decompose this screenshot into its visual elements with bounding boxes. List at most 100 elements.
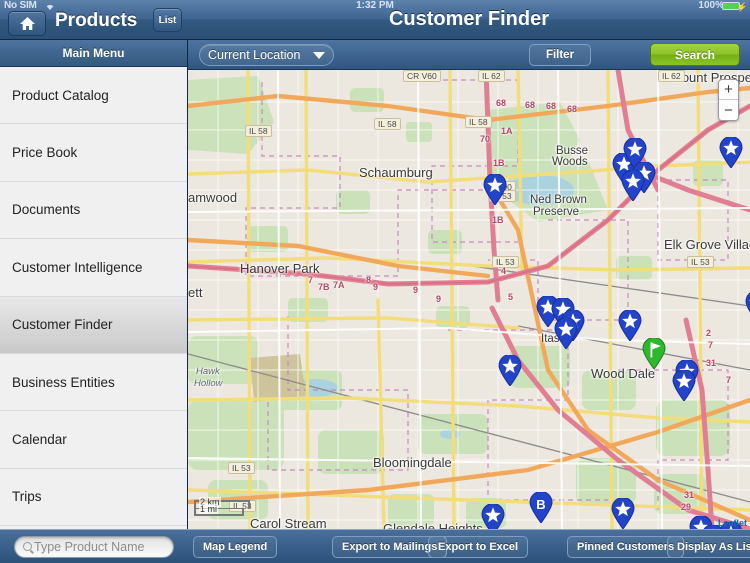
map-road-number: 68 — [525, 100, 536, 110]
map-place-label: Carol Stream — [250, 516, 327, 529]
zoom-in-button[interactable]: + — [719, 80, 738, 100]
scale-imperial-label: 1 mi — [199, 504, 219, 514]
map-road-number: 68 — [567, 104, 578, 114]
zoom-out-button[interactable]: − — [719, 100, 738, 120]
map-road-number: 68 — [496, 98, 507, 108]
map-route-shield: CR V60 — [403, 70, 441, 82]
map-place-label: Elk Grove Village — [664, 237, 750, 252]
sidebar-search-bar: Type Product Name — [0, 529, 188, 563]
display-as-list-button[interactable]: Display As List — [667, 536, 750, 558]
map-zoom-controls: + − — [718, 79, 739, 121]
location-select-value: Current Location — [208, 48, 301, 62]
map-pin-flag[interactable] — [641, 338, 667, 369]
map-road-number: 5 — [508, 292, 514, 302]
map-pin-star[interactable] — [718, 137, 744, 168]
map-pin-star[interactable] — [553, 318, 579, 349]
map-route-shield: IL 53 — [687, 256, 714, 268]
map-place-label: amwood — [188, 190, 238, 205]
sidebar-item-label: Business Entities — [12, 374, 115, 390]
map-road-number: 9 — [436, 294, 442, 304]
map-place-label: Hollow — [194, 378, 223, 389]
map-pin-star[interactable] — [744, 291, 750, 322]
map-road-number: 9 — [373, 282, 379, 292]
location-select[interactable]: Current Location — [199, 44, 334, 66]
map-road-number: 8 — [366, 275, 372, 285]
search-button[interactable]: Search — [650, 43, 740, 66]
sidebar-item-label: Customer Finder — [12, 317, 113, 333]
map-pin-star[interactable] — [480, 504, 506, 529]
map-road-number: 29 — [681, 502, 692, 512]
map-place-label: Woods — [552, 156, 588, 168]
map-route-shield: IL 53 — [228, 462, 255, 474]
list-button[interactable]: List — [153, 8, 182, 32]
map-pin-letter-b[interactable]: B — [528, 492, 554, 523]
map-pin-star[interactable] — [610, 498, 636, 529]
map-route-shield: IL 58 — [245, 125, 272, 137]
map-pin-star[interactable] — [617, 310, 643, 341]
map-pin-star[interactable] — [671, 370, 697, 401]
sidebar-item-documents[interactable]: Documents — [0, 181, 187, 240]
map-road-number: 70 — [480, 134, 491, 144]
map-scale-bar: 2 km 1 mi — [194, 497, 250, 516]
sidebar-item-label: Price Book — [12, 145, 78, 161]
map-road-number: 7 — [308, 275, 314, 285]
map-road-number: 1B — [492, 215, 504, 225]
map-road-number: 7 — [726, 375, 732, 385]
map-road-number: 2 — [706, 328, 712, 338]
sidebar-item-product-catalog[interactable]: Product Catalog — [0, 67, 187, 125]
map-toolbar: Current Location Filter Search — [188, 40, 750, 70]
bottom-toolbar: Map Legend Export to Mailings Export to Ex… — [188, 529, 750, 563]
search-placeholder: Type Product Name — [34, 539, 145, 554]
map-route-shield: IL 62 — [478, 70, 505, 82]
map-road-number: 1A — [501, 126, 513, 136]
map-view[interactable]: Schaumburg amwood Hanover Park ett Mount Pro… — [188, 70, 750, 529]
home-icon — [19, 17, 35, 30]
map-place-label: Hanover Park — [240, 261, 320, 276]
map-place-label: Schaumburg — [359, 165, 433, 180]
map-road-number: 7 — [708, 340, 714, 350]
map-place-label: ett — [188, 285, 203, 300]
page-title: Customer Finder — [388, 8, 550, 30]
map-tiles — [188, 70, 750, 529]
map-legend-button[interactable]: Map Legend — [193, 536, 278, 558]
sidebar-item-calendar[interactable]: Calendar — [0, 411, 187, 469]
map-route-shield: IL 62 — [658, 70, 685, 82]
map-road-number: 31 — [706, 358, 717, 368]
sidebar-item-price-book[interactable]: Price Book — [0, 124, 187, 182]
search-input[interactable]: Type Product Name — [14, 535, 174, 558]
search-icon — [23, 542, 32, 551]
sidebar-item-label: Trips — [12, 489, 42, 505]
map-road-number: 7B — [318, 282, 330, 292]
map-pin-star[interactable] — [497, 355, 523, 386]
map-road-number: 1B — [493, 158, 505, 168]
export-to-excel-button[interactable]: Export to Excel — [428, 536, 529, 558]
sidebar-item-customer-intelligence[interactable]: Customer Intelligence — [0, 239, 187, 297]
map-place-label: Ned Brown — [530, 194, 587, 206]
sidebar-item-customer-finder[interactable]: Customer Finder — [0, 296, 187, 354]
home-button[interactable] — [8, 11, 46, 36]
leaflet-attribution[interactable]: Leaflet — [718, 518, 747, 528]
map-place-label: Bloomingdale — [373, 455, 452, 470]
chevron-down-icon — [313, 51, 325, 59]
filter-button[interactable]: Filter — [529, 44, 591, 66]
map-place-label: Preserve — [533, 206, 580, 218]
sidebar-item-business-entities[interactable]: Business Entities — [0, 353, 187, 412]
map-place-label: Glendale Heights — [383, 521, 483, 529]
sidebar-header: Main Menu — [0, 40, 187, 67]
map-pin-star[interactable] — [620, 170, 646, 201]
svg-text:B: B — [536, 497, 545, 512]
map-route-shield: IL 58 — [374, 118, 401, 130]
sidebar-menu: Product Catalog Price Book Documents Custom… — [0, 67, 187, 527]
ipad-app-screen: No SIM 1:32 PM 100% ⚡ Products List Cust… — [0, 0, 750, 563]
map-route-shield: IL 58 — [465, 116, 492, 128]
map-road-number: 68 — [546, 101, 557, 111]
map-road-number: 4 — [501, 266, 507, 276]
map-place-label: Hawk — [196, 366, 220, 377]
sidebar-item-trips[interactable]: Trips — [0, 468, 187, 527]
map-pin-star[interactable] — [482, 174, 508, 205]
map-road-number: 9 — [413, 285, 419, 295]
map-road-number: 7A — [333, 280, 345, 290]
map-road-number: 31 — [684, 490, 695, 500]
left-pane-title: Products — [55, 10, 138, 31]
sidebar-item-label: Product Catalog — [12, 87, 109, 103]
